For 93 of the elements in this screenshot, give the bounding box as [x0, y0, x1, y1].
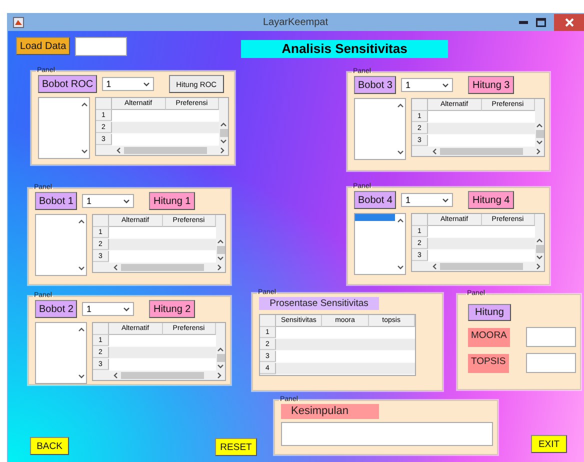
scroll-up-icon[interactable] [78, 219, 84, 224]
scroll-down-icon[interactable] [217, 256, 224, 261]
compute-button[interactable]: Hitung 4 [468, 191, 514, 209]
compute-button[interactable]: Hitung [468, 304, 511, 321]
section-title: Kesimpulan [281, 404, 379, 419]
scroll-down-icon[interactable] [78, 266, 84, 271]
table-cell [428, 111, 482, 123]
table-cell [428, 238, 482, 250]
table-cell [112, 110, 166, 122]
scroll-right-icon[interactable] [217, 264, 222, 271]
close-icon [564, 18, 574, 26]
nav-button[interactable]: RESET [215, 438, 257, 456]
scroll-thumb[interactable] [121, 372, 204, 379]
table-cell [428, 226, 482, 238]
scroll-up-icon[interactable] [536, 123, 543, 128]
scroll-thumb[interactable] [124, 147, 207, 154]
table-cell [109, 359, 162, 371]
scroll-thumb[interactable] [220, 129, 228, 137]
method-label: MOORA [468, 328, 510, 346]
scroll-up-icon[interactable] [217, 347, 224, 352]
weight-button[interactable]: Bobot 4 [354, 191, 396, 209]
table-cell [276, 351, 322, 363]
table-cell [428, 250, 482, 262]
scroll-thumb[interactable] [216, 354, 224, 362]
scroll-down-icon[interactable] [396, 150, 404, 155]
scroll-left-icon[interactable] [432, 263, 437, 270]
compute-button[interactable]: Hitung 1 [149, 192, 195, 210]
table-cell [109, 347, 162, 359]
minimize-icon[interactable] [519, 20, 528, 24]
close-button[interactable] [554, 14, 584, 30]
method-label: TOPSIS [468, 354, 509, 372]
scroll-up-icon[interactable] [80, 102, 88, 107]
result-field[interactable] [526, 353, 576, 373]
scroll-thumb[interactable] [536, 130, 544, 138]
scroll-thumb[interactable] [121, 264, 204, 271]
table-cell [109, 227, 162, 239]
table-cell [112, 134, 166, 146]
scroll-down-icon[interactable] [396, 265, 404, 270]
scroll-right-icon[interactable] [220, 147, 225, 154]
heading: Analisis Sensitivitas [241, 40, 448, 58]
scroll-up-icon[interactable] [536, 238, 543, 243]
scroll-up-icon[interactable] [396, 103, 404, 108]
scroll-thumb[interactable] [440, 148, 523, 155]
scroll-down-icon[interactable] [78, 374, 84, 379]
scroll-right-icon[interactable] [536, 263, 541, 270]
maximize-icon[interactable] [536, 18, 546, 26]
table-cell [428, 135, 482, 147]
dropdown[interactable]: 1 [401, 193, 454, 207]
result-field[interactable] [526, 327, 576, 347]
scroll-left-icon[interactable] [116, 147, 121, 154]
compute-button[interactable]: Hitung 2 [149, 300, 195, 318]
table-cell [428, 123, 482, 135]
weight-button[interactable]: Bobot 3 [354, 76, 396, 94]
scroll-left-icon[interactable] [432, 148, 437, 155]
dropdown[interactable]: 1 [102, 77, 154, 91]
scroll-up-icon[interactable] [220, 122, 227, 127]
scroll-down-icon[interactable] [536, 255, 543, 260]
table-cell [109, 335, 162, 347]
scroll-left-icon[interactable] [113, 264, 118, 271]
scroll-up-icon[interactable] [396, 218, 404, 223]
scroll-thumb[interactable] [216, 246, 224, 254]
scroll-right-icon[interactable] [217, 372, 222, 379]
table-cell [276, 327, 322, 339]
dropdown[interactable]: 1 [82, 194, 134, 208]
weight-button[interactable]: Bobot 2 [35, 300, 78, 318]
list-box[interactable] [354, 213, 406, 275]
weight-button[interactable]: Bobot 1 [35, 192, 78, 210]
table-cell [109, 251, 162, 263]
dropdown[interactable]: 1 [82, 302, 134, 316]
conclusion-field[interactable] [281, 422, 493, 446]
weight-button[interactable]: Bobot ROC [38, 75, 98, 93]
scroll-right-icon[interactable] [536, 148, 541, 155]
compute-button[interactable]: Hitung 3 [468, 76, 514, 94]
table-cell [276, 339, 322, 351]
app-icon [13, 16, 24, 28]
scroll-down-icon[interactable] [80, 149, 88, 154]
scroll-thumb[interactable] [536, 245, 544, 253]
table-cell [112, 122, 166, 134]
load-data-button[interactable]: Load Data [16, 37, 70, 55]
scroll-down-icon[interactable] [536, 140, 543, 145]
section-title: Prosentase Sensitivitas [259, 297, 379, 310]
nav-button[interactable]: EXIT [531, 435, 567, 453]
scroll-left-icon[interactable] [113, 372, 118, 379]
scroll-up-icon[interactable] [217, 239, 224, 244]
table-cell [109, 239, 162, 251]
dropdown[interactable]: 1 [401, 78, 454, 92]
scroll-down-icon[interactable] [220, 139, 227, 144]
scroll-up-icon[interactable] [78, 327, 84, 332]
nav-button[interactable]: BACK [30, 437, 69, 455]
text-field[interactable] [75, 37, 127, 56]
scroll-thumb[interactable] [440, 263, 523, 270]
scroll-down-icon[interactable] [217, 364, 224, 369]
window-title: LayarKeempat [262, 16, 328, 28]
